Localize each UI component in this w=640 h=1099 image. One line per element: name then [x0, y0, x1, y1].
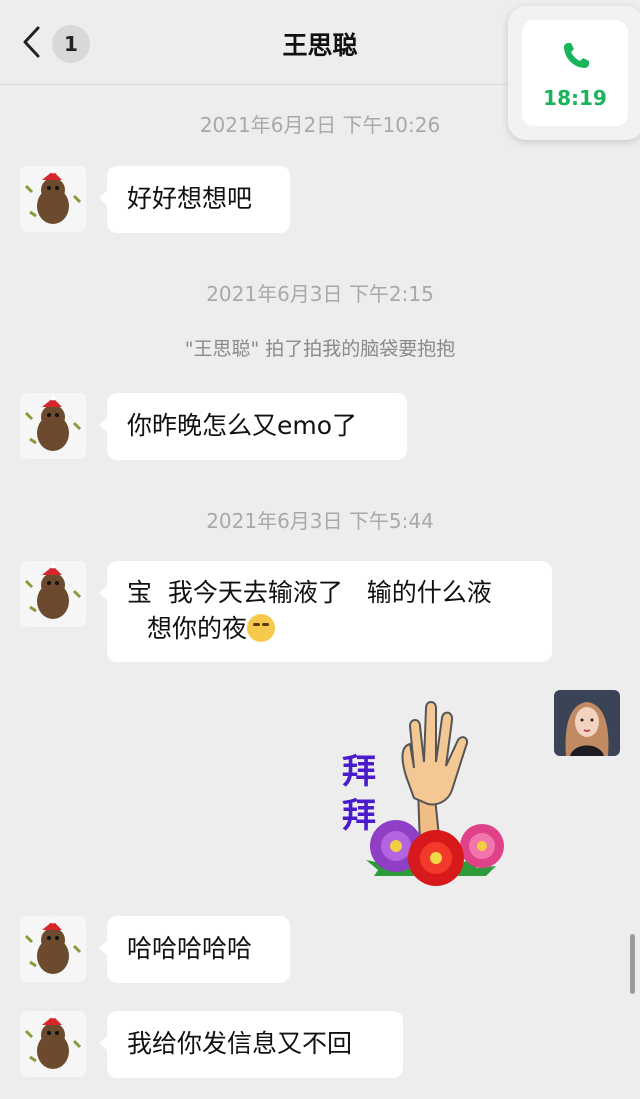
contact-avatar[interactable]	[20, 393, 86, 459]
message-bubble[interactable]: 哈哈哈哈哈	[99, 916, 290, 983]
timestamp: 2021年6月2日 下午10:26	[199, 113, 441, 137]
message-text: 好好想想吧	[127, 184, 253, 213]
message-bubble[interactable]: 你昨晚怎么又emo了	[99, 393, 407, 460]
pat-system-message: "王思聪" 拍了拍我的脑袋要抱抱	[184, 338, 456, 360]
call-duration: 18:19	[543, 86, 607, 110]
timestamp: 2021年6月3日 下午2:15	[206, 282, 434, 306]
message-bubble[interactable]: 宝 我今天去输液了 输的什么液 想你的夜	[99, 561, 552, 662]
phone-icon	[560, 40, 592, 72]
message-text: 我给你发信息又不回	[127, 1029, 353, 1058]
my-avatar[interactable]	[554, 690, 620, 756]
timestamp: 2021年6月3日 下午5:44	[206, 509, 434, 533]
message-text-line: 宝 我今天去输液了 输的什么液	[127, 578, 492, 607]
crying-emoji-icon	[247, 614, 276, 642]
waving-hand-with-flowers-icon	[366, 701, 504, 886]
contact-avatar[interactable]	[20, 561, 86, 627]
contact-avatar[interactable]	[20, 1011, 86, 1077]
contact-avatar[interactable]	[20, 166, 86, 232]
scrollbar[interactable]	[630, 934, 635, 994]
bye-bye-sticker[interactable]: 拜 拜	[336, 696, 516, 892]
message-text: 哈哈哈哈哈	[127, 934, 253, 963]
message-text-line: 想你的夜	[147, 614, 248, 643]
message-bubble[interactable]: 我给你发信息又不回	[99, 1011, 403, 1078]
message-text-line-wrapper: 想你的夜	[127, 611, 532, 647]
message-text: 你昨晚怎么又emo了	[127, 411, 358, 440]
contact-avatar[interactable]	[20, 916, 86, 982]
message-bubble[interactable]: 好好想想吧	[99, 166, 290, 233]
